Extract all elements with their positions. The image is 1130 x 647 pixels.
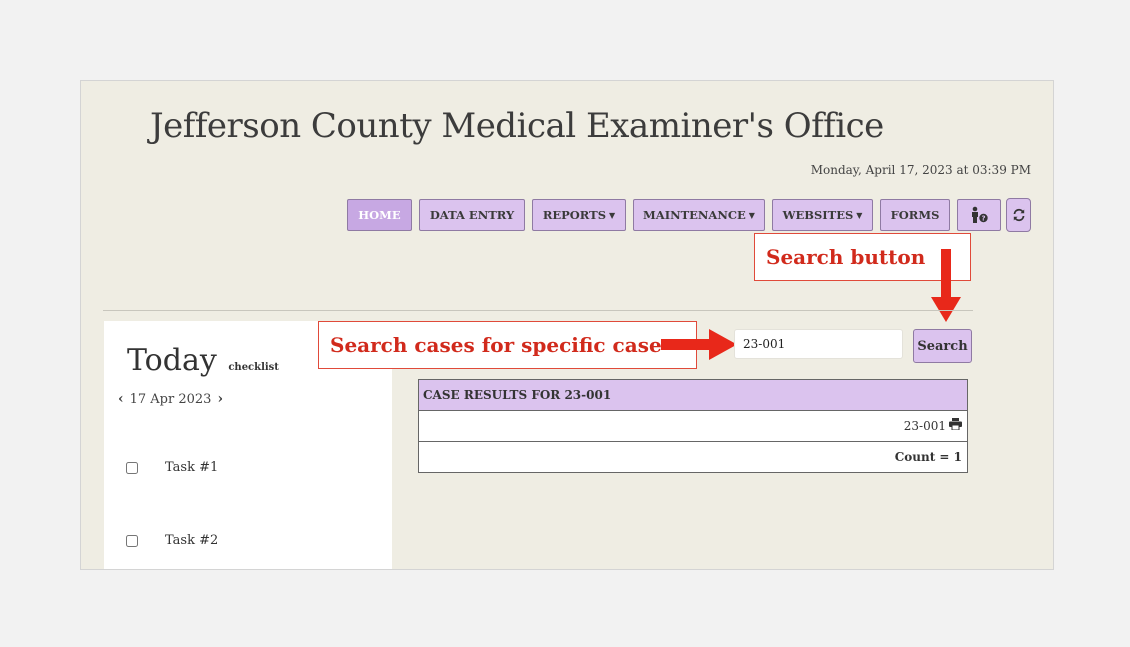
person-help-icon: ? <box>972 206 988 223</box>
nav-home-button[interactable]: HOME <box>347 199 412 231</box>
nav-reports-label: REPORTS <box>542 208 607 222</box>
annotation-search-cases-text: Search cases for specific case <box>330 333 662 357</box>
current-date: 17 Apr 2023 <box>129 391 212 407</box>
task-item: Task #1 <box>126 460 218 475</box>
table-row-count: Count = 1 <box>419 441 967 472</box>
checklist-subheading: checklist <box>228 362 279 373</box>
case-number-link[interactable]: 23-001 <box>904 419 946 433</box>
current-datetime: Monday, April 17, 2023 at 03:39 PM <box>810 163 1031 177</box>
chevron-left-icon[interactable]: ‹ <box>118 391 124 407</box>
task-label: Task #2 <box>165 533 219 548</box>
result-count: Count = 1 <box>894 450 962 464</box>
divider <box>103 310 973 311</box>
task-item: Task #2 <box>126 533 218 548</box>
caret-down-icon: ▼ <box>748 210 755 220</box>
nav-websites-label: WEBSITES <box>782 208 854 222</box>
today-heading-text: Today <box>127 343 217 378</box>
search-button[interactable]: Search <box>913 329 972 363</box>
search-button-label: Search <box>917 338 968 354</box>
caret-down-icon: ▼ <box>609 210 616 220</box>
caret-down-icon: ▼ <box>856 210 863 220</box>
refresh-button[interactable] <box>1006 198 1031 232</box>
task-checkbox[interactable] <box>126 461 138 474</box>
nav-home-label: HOME <box>358 208 401 222</box>
nav-forms-label: FORMS <box>890 208 940 222</box>
chevron-right-icon[interactable]: › <box>217 391 223 407</box>
svg-text:?: ? <box>981 215 985 223</box>
nav-maintenance-button[interactable]: MAINTENANCE ▼ <box>633 199 765 231</box>
annotation-search-cases: Search cases for specific case <box>318 321 697 369</box>
case-results-header: CASE RESULTS FOR 23-001 <box>419 380 967 411</box>
printer-icon[interactable] <box>949 418 962 434</box>
refresh-icon <box>1013 208 1024 222</box>
annotation-search-button-text: Search button <box>766 245 926 269</box>
nav-data-entry-button[interactable]: DATA ENTRY <box>419 199 525 231</box>
nav-forms-button[interactable]: FORMS <box>880 199 950 231</box>
date-navigator: ‹ 17 Apr 2023 › <box>118 391 223 407</box>
nav-data-entry-label: DATA ENTRY <box>429 208 515 222</box>
arrow-down-icon <box>931 249 961 322</box>
nav-websites-button[interactable]: WEBSITES ▼ <box>772 199 873 231</box>
task-checkbox[interactable] <box>126 534 138 547</box>
help-button[interactable]: ? <box>957 199 1001 231</box>
nav-reports-button[interactable]: REPORTS ▼ <box>532 199 626 231</box>
app-frame: Jefferson County Medical Examiner's Offi… <box>80 80 1054 570</box>
table-row: 23-001 <box>419 411 967 441</box>
page-title: Jefferson County Medical Examiner's Offi… <box>150 106 884 146</box>
task-label: Task #1 <box>165 460 219 475</box>
nav-maintenance-label: MAINTENANCE <box>643 208 746 222</box>
today-heading: Today checklist <box>127 343 279 378</box>
search-input[interactable] <box>734 329 903 359</box>
case-results-table: CASE RESULTS FOR 23-001 23-001 Count = 1 <box>418 379 968 473</box>
arrow-right-icon <box>661 329 737 360</box>
